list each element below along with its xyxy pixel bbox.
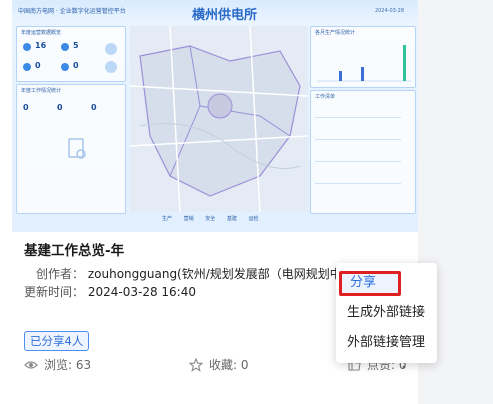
views-stat: 浏览: 63 xyxy=(24,356,91,373)
thumbnail-panel-title: 年度工作情况统计 xyxy=(21,88,62,94)
favorites-stat[interactable]: 收藏: 0 xyxy=(189,356,249,373)
updated-row: 更新时间： 2024-03-28 16:40 xyxy=(24,283,196,300)
stat-value: 0 xyxy=(35,61,41,70)
creator-row: 创作者： zouhongguang(钦州/规划发展部（电网规划中心 xyxy=(36,265,354,282)
thumbnail-nav-item: 营销 xyxy=(183,216,194,222)
stat-value: 0 xyxy=(73,61,79,70)
card-actions-menu: 分享 生成外部链接 外部链接管理 xyxy=(336,263,437,363)
stat-icon xyxy=(61,43,69,51)
menu-item-share[interactable]: 分享 xyxy=(339,271,401,296)
thumbnail-right-panel-1: 各月生产情况统计 xyxy=(310,26,416,88)
thumbnail-nav-item: 基建 xyxy=(226,216,237,222)
updated-label: 更新时间： xyxy=(24,285,85,299)
thumbnail-logo-text: 中国南方电网 · 企业数字化运营管控平台 xyxy=(18,8,126,15)
creator-label: 创作者： xyxy=(36,267,85,281)
stat-value: 5 xyxy=(73,41,79,50)
thumbnail-left-panel-1: 年度运营数据概览 16 5 0 0 xyxy=(16,26,126,82)
stat-value: 0 xyxy=(91,103,97,112)
thumbnail-panel-title: 各月生产情况统计 xyxy=(315,30,356,36)
views-count: 浏览: 63 xyxy=(44,358,92,372)
list-divider xyxy=(315,161,401,162)
stat-icon xyxy=(23,43,31,51)
thumbnail-nav-item: 生产 xyxy=(162,216,173,222)
menu-item-generate-external-link[interactable]: 生成外部链接 xyxy=(336,299,437,327)
stat-icon xyxy=(61,63,69,71)
favorites-count: 收藏: 0 xyxy=(209,358,249,372)
eye-icon xyxy=(24,360,38,369)
list-divider xyxy=(315,139,401,140)
thumbnail-title: 横州供电所 xyxy=(192,8,258,23)
list-divider xyxy=(315,117,401,118)
card-title[interactable]: 基建工作总览-年 xyxy=(24,239,124,259)
thumbnail-right-panel-2: 工作清单 xyxy=(310,90,416,214)
dashboard-thumbnail[interactable]: 中国南方电网 · 企业数字化运营管控平台 横州供电所 2024-03-28 年度… xyxy=(12,0,418,232)
thumbnail-date: 2024-03-28 xyxy=(374,8,404,14)
map-view[interactable] xyxy=(130,26,308,212)
cloud-icon xyxy=(105,43,117,73)
thumbnail-nav-item: 运检 xyxy=(248,216,259,222)
stat-value: 0 xyxy=(23,103,29,112)
thumbnail-panel-title: 年度运营数据概览 xyxy=(21,30,62,36)
stat-value: 0 xyxy=(57,103,63,112)
share-count-badge[interactable]: 已分享4人 xyxy=(24,331,90,351)
thumbnail-left-panel-2: 年度工作情况统计 0 0 0 xyxy=(16,84,126,214)
stat-value: 16 xyxy=(35,41,47,50)
creator-value: zouhongguang(钦州/规划发展部（电网规划中心 xyxy=(87,267,354,281)
menu-item-external-link-management[interactable]: 外部链接管理 xyxy=(336,329,437,357)
list-divider xyxy=(315,183,401,184)
document-search-icon xyxy=(68,138,86,159)
star-icon[interactable] xyxy=(189,357,203,372)
mini-bar-chart xyxy=(317,45,411,82)
thumbnail-panel-title: 工作清单 xyxy=(315,94,336,100)
thumbnail-nav-item: 安全 xyxy=(205,216,216,222)
stat-icon xyxy=(23,63,31,71)
thumbnail-bottom-nav: 生产 营销 安全 基建 运检 xyxy=(162,215,302,227)
updated-value: 2024-03-28 16:40 xyxy=(87,285,196,299)
